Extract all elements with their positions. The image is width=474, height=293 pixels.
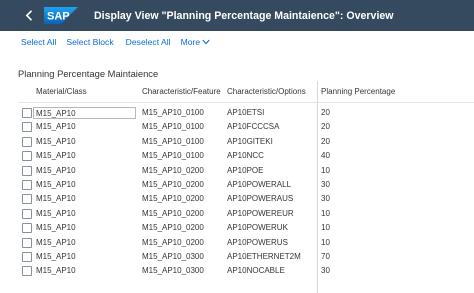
cell-characteristic-option: AP10POWERALL	[227, 179, 292, 189]
cell-planning-percentage: 70	[321, 251, 330, 261]
toolbar: Select All Select Block Deselect All Mor…	[0, 31, 474, 53]
cell-planning-percentage: 10	[321, 165, 330, 175]
table-row[interactable]: M15_AP10 M15_AP10_0200 AP10POWERAUS 30	[18, 192, 474, 206]
cell-planning-percentage: 30	[321, 266, 330, 276]
cell-characteristic-option: AP10NOCABLE	[227, 266, 285, 276]
cell-material-class: M15_AP10	[36, 122, 76, 132]
cell-characteristic-feature: M15_AP10_0200	[142, 237, 204, 247]
cell-material-class: M15_AP10	[36, 251, 76, 261]
table-row[interactable]: M15_AP10 M15_AP10_0100 AP10NCC 40	[18, 149, 474, 163]
cell-characteristic-feature: M15_AP10_0100	[142, 136, 204, 146]
table-header: Material/Class Characteristic/Feature Ch…	[18, 81, 474, 293]
cell-planning-percentage: 20	[321, 108, 330, 117]
row-select-checkbox[interactable]	[22, 108, 32, 118]
column-header-characteristic-feature[interactable]: Characteristic/Feature	[142, 81, 221, 103]
table-row[interactable]: M15_AP10 M15_AP10_0200 AP10POWERUK 10	[18, 221, 474, 235]
column-header-planning-percentage[interactable]: Planning Percentage	[321, 81, 395, 103]
cell-characteristic-feature: M15_AP10_0200	[142, 165, 204, 175]
row-select-checkbox[interactable]	[22, 251, 32, 262]
cell-material-class: M15_AP10	[36, 179, 76, 189]
cell-characteristic-feature: M15_AP10_0200	[142, 208, 204, 218]
row-select-checkbox[interactable]	[22, 165, 32, 176]
table-row[interactable]: M15_AP10 M15_AP10_0200 AP10POE 10	[18, 164, 474, 178]
chevron-down-icon	[202, 39, 210, 45]
cell-planning-percentage: 30	[321, 194, 330, 204]
cell-characteristic-feature: M15_AP10_0200	[142, 223, 204, 233]
cell-characteristic-option: AP10POWERUK	[227, 223, 288, 233]
cell-characteristic-feature: M15_AP10_0200	[142, 194, 204, 204]
table-row[interactable]: M15_AP10 M15_AP10_0300 AP10NOCABLE 30	[18, 264, 474, 278]
cell-characteristic-option: AP10POWERUS	[227, 237, 288, 247]
cell-planning-percentage: 10	[321, 208, 330, 218]
cell-characteristic-feature: M15_AP10_0300	[142, 251, 204, 261]
row-select-checkbox[interactable]	[22, 208, 32, 219]
table-row[interactable]: M15_AP10 M15_AP10_0200 AP10POWERALL 30	[18, 178, 474, 192]
cell-material-class: M15_AP10	[36, 151, 76, 161]
cell-material-class: M15_AP10	[36, 208, 76, 218]
cell-material-class: M15_AP10	[36, 237, 76, 247]
row-select-checkbox[interactable]	[22, 122, 32, 133]
more-button[interactable]: More	[181, 37, 211, 47]
cell-material-class: M15_AP10	[36, 266, 76, 276]
section-title: Planning Percentage Maintaience	[18, 68, 159, 79]
cell-characteristic-feature: M15_AP10_0100	[142, 151, 204, 161]
cell-characteristic-feature: M15_AP10_0100	[142, 108, 204, 117]
cell-characteristic-option: AP10ETHERNET2M	[227, 251, 301, 261]
cell-characteristic-option: AP10POWERAUS	[227, 194, 294, 204]
row-select-checkbox[interactable]	[22, 237, 32, 248]
back-button[interactable]	[18, 0, 40, 31]
row-select-checkbox[interactable]	[22, 266, 32, 277]
row-select-checkbox[interactable]	[22, 179, 32, 190]
cell-characteristic-feature: M15_AP10_0100	[142, 122, 204, 132]
more-button-label: More	[180, 37, 201, 47]
row-select-checkbox[interactable]	[22, 194, 32, 205]
select-all-button[interactable]: Select All	[21, 37, 56, 47]
cell-characteristic-feature: M15_AP10_0300	[142, 266, 204, 276]
chevron-left-icon	[25, 10, 33, 21]
cell-planning-percentage: 20	[321, 136, 330, 146]
cell-characteristic-option: AP10POE	[227, 165, 264, 175]
sap-logo[interactable]: SAP	[44, 7, 78, 24]
cell-characteristic-feature: M15_AP10_0200	[142, 179, 204, 189]
select-block-button[interactable]: Select Block	[66, 37, 113, 47]
table-row[interactable]: M15_AP10 M15_AP10_0100 AP10GITEKI 20	[18, 135, 474, 149]
cell-planning-percentage: 20	[321, 122, 330, 132]
cell-planning-percentage: 40	[321, 151, 330, 161]
page-title: Display View "Planning Percentage Mainta…	[94, 9, 394, 22]
cell-characteristic-option: AP10NCC	[227, 151, 264, 161]
deselect-all-button[interactable]: Deselect All	[126, 37, 171, 47]
cell-characteristic-option: AP10POWEREUR	[227, 208, 294, 218]
row-select-checkbox[interactable]	[22, 136, 32, 147]
sap-logo-text: SAP	[47, 11, 70, 23]
table-body: M15_AP10 M15_AP10_0100 AP10ETSI 20 M15_AP10 M…	[18, 106, 474, 279]
cell-material-class: M15_AP10	[36, 223, 76, 233]
cell-material-class[interactable]: M15_AP10	[33, 107, 136, 120]
table-row[interactable]: M15_AP10 M15_AP10_0100 AP10ETSI 20	[18, 106, 474, 120]
cell-characteristic-option: AP10GITEKI	[227, 136, 273, 146]
table-row[interactable]: M15_AP10 M15_AP10_0200 AP10POWERUS 10	[18, 236, 474, 250]
data-table: Material/Class Characteristic/Feature Ch…	[18, 81, 474, 293]
cell-characteristic-option: AP10ETSI	[227, 108, 265, 117]
cell-characteristic-option: AP10FCCCSA	[227, 122, 280, 132]
cell-planning-percentage: 30	[321, 179, 330, 189]
table-row[interactable]: M15_AP10 M15_AP10_0200 AP10POWEREUR 10	[18, 207, 474, 221]
cell-material-class: M15_AP10	[36, 194, 76, 204]
cell-material-class: M15_AP10	[36, 136, 76, 146]
table-row[interactable]: M15_AP10 M15_AP10_0300 AP10ETHERNET2M 70	[18, 250, 474, 264]
table-row[interactable]: M15_AP10 M15_AP10_0100 AP10FCCCSA 20	[18, 120, 474, 134]
cell-planning-percentage: 10	[321, 223, 330, 233]
cell-material-class: M15_AP10	[36, 165, 76, 175]
column-header-material-class[interactable]: Material/Class	[36, 81, 87, 103]
row-select-checkbox[interactable]	[22, 223, 32, 234]
column-header-characteristic-options[interactable]: Characteristic/Options	[227, 81, 306, 103]
shell-bar: SAP Display View "Planning Percentage Ma…	[0, 0, 474, 31]
row-select-checkbox[interactable]	[22, 151, 32, 162]
cell-planning-percentage: 10	[321, 237, 330, 247]
